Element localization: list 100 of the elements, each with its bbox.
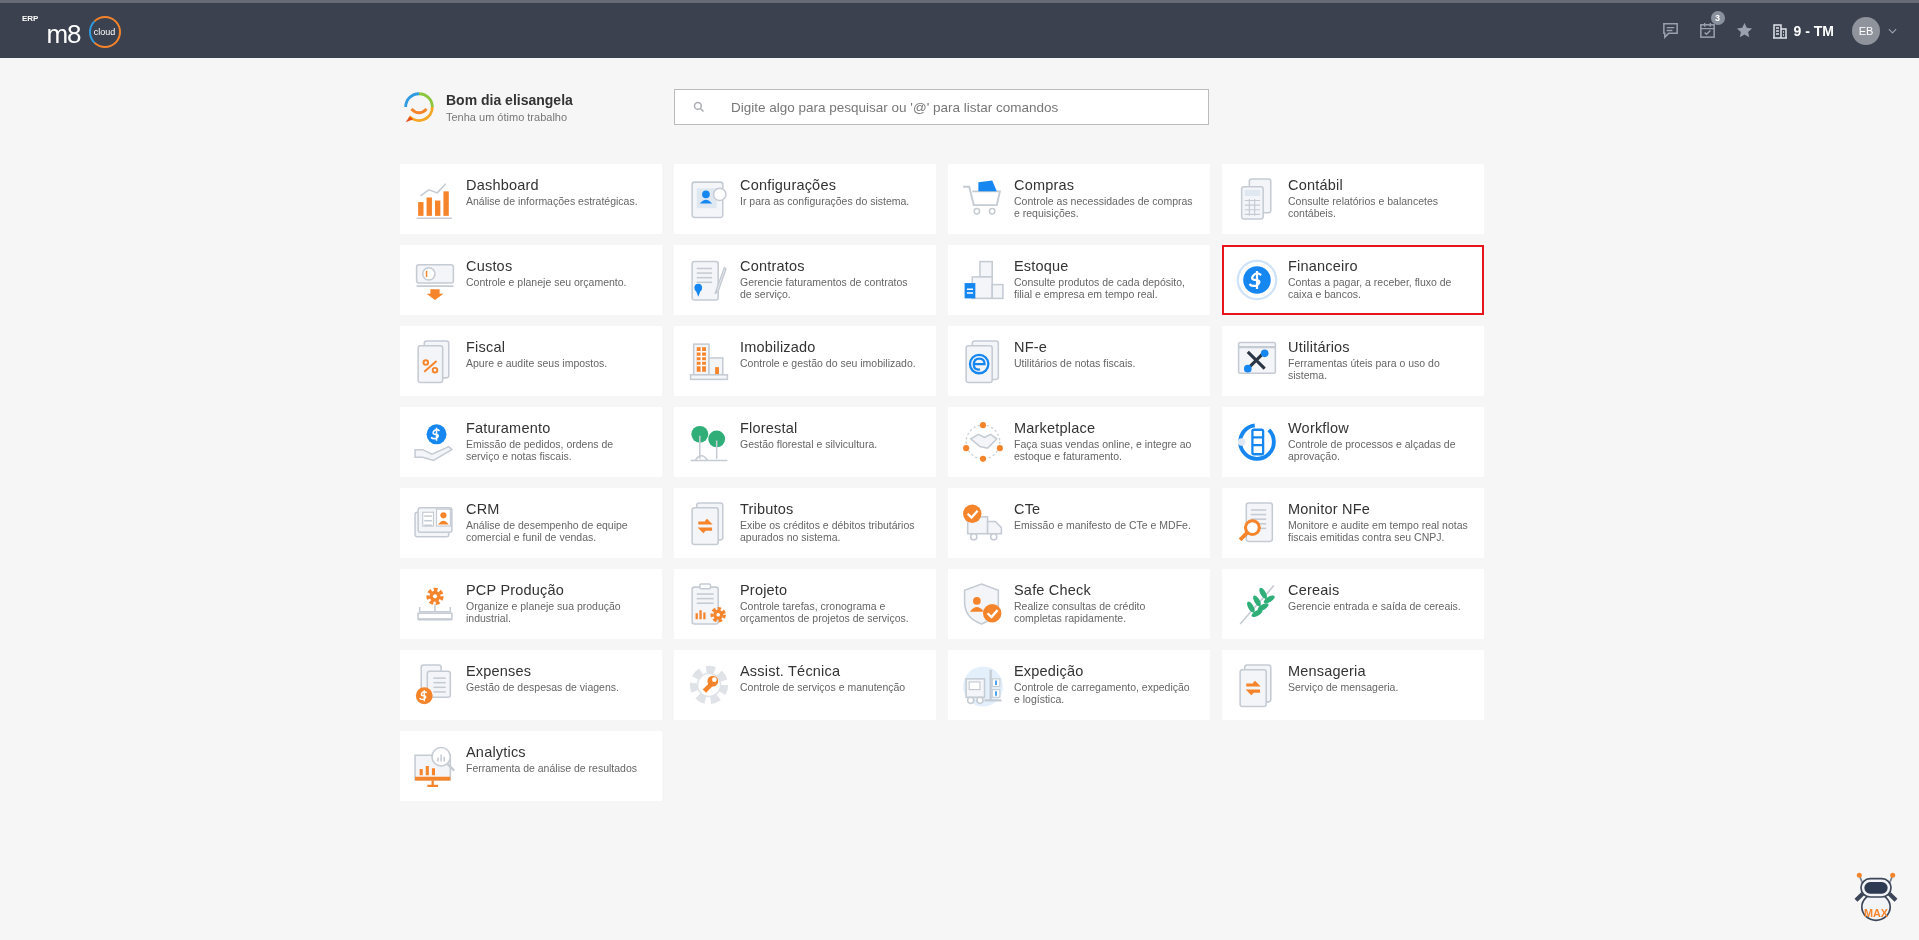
module-description: Gestão de despesas de viagens.: [466, 682, 619, 694]
module-description: Controle de serviços e manutenção: [740, 682, 906, 694]
chat-icon[interactable]: [1660, 21, 1680, 40]
module-description: Consulte produtos de cada depósito, filial e empresa em tempo real.: [1014, 277, 1187, 301]
greeting-subtitle: Tenha um ótimo trabalho: [446, 110, 569, 123]
module-description: Controle de processos e alçadas de aprovação.: [1288, 439, 1457, 463]
module-description: Serviço de mensageria.: [1288, 682, 1399, 694]
module-title: Workflow: [1288, 420, 1350, 436]
module-card[interactable]: Financeiro Contas a pagar, a receber, fluxo de caixa e bancos.: [1222, 245, 1484, 315]
module-title: Estoque: [1014, 258, 1070, 274]
module-title: CRM: [466, 501, 501, 517]
module-title: Fiscal: [466, 339, 507, 355]
building-icon: [1771, 22, 1788, 39]
module-card[interactable]: NF-e Utilitários de notas fiscais.: [948, 326, 1210, 396]
module-title: CTe: [1014, 501, 1042, 517]
module-title: PCP Produção: [466, 582, 566, 598]
calendar-icon[interactable]: [1697, 21, 1717, 40]
module-description: Controle de carregamento, expedição e logística.: [1014, 682, 1191, 706]
module-card[interactable]: Configurações Ir para as configurações do sistema.: [674, 164, 936, 234]
chevron-down-icon[interactable]: [1888, 27, 1897, 34]
module-description: Organize e planeje sua produção industrial.: [466, 601, 622, 625]
module-description: Apure e audite seus impostos.: [466, 358, 608, 370]
module-card[interactable]: CRM Análise de desempenho de equipe comercial e funil de vendas.: [400, 488, 662, 558]
module-title: Compras: [1014, 177, 1076, 193]
module-card[interactable]: Marketplace Faça suas vendas online, e integre ao estoque e faturamento.: [948, 407, 1210, 477]
dollar-icon: [1234, 257, 1280, 303]
module-card[interactable]: Workflow Controle de processos e alçadas de aprovação.: [1222, 407, 1484, 477]
module-title: Assist. Técnica: [740, 663, 842, 679]
module-title: Projeto: [740, 582, 789, 598]
module-card[interactable]: Cereais Gerencie entrada e saída de cereais.: [1222, 569, 1484, 639]
module-title: Cereais: [1288, 582, 1341, 598]
module-description: Ferramentas úteis para o uso do sistema.: [1288, 358, 1441, 382]
module-card[interactable]: Tributos Exibe os créditos e débitos tributários apurados no sistema.: [674, 488, 936, 558]
module-title: Tributos: [740, 501, 795, 517]
module-card[interactable]: Utilitários Ferramentas úteis para o uso do sistema.: [1222, 326, 1484, 396]
module-card[interactable]: PCP Produção Organize e planeje sua produção industrial.: [400, 569, 662, 639]
module-card[interactable]: CTe Emissão e manifesto de CTe e MDFe.: [948, 488, 1210, 558]
module-card[interactable]: Mensageria Serviço de mensageria.: [1222, 650, 1484, 720]
module-description: Monitore e audite em tempo real notas fiscais emitidas contra seu CNPJ.: [1288, 520, 1469, 544]
module-description: Controle e planeje seu orçamento.: [466, 277, 627, 289]
module-card[interactable]: Assist. Técnica Controle de serviços e manutenção: [674, 650, 936, 720]
module-description: Ir para as configurações do sistema.: [740, 196, 910, 208]
module-title: Monitor NFe: [1288, 501, 1371, 517]
module-title: Expedição: [1014, 663, 1085, 679]
module-card[interactable]: Monitor NFe Monitore e audite em tempo real notas fiscais emitidas contra seu CNPJ.: [1222, 488, 1484, 558]
logo-prefix: ERP: [22, 13, 39, 23]
module-description: Gerencie faturamentos de contratos de serviço.: [740, 277, 909, 301]
module-title: Contratos: [740, 258, 806, 274]
logo-mark: m8: [46, 19, 81, 48]
module-description: Exibe os créditos e débitos tributários apurados no sistema.: [740, 520, 916, 544]
module-title: Expenses: [466, 663, 533, 679]
module-title: Utilitários: [1288, 339, 1351, 355]
search-field[interactable]: Digite algo para pesquisar ou '@' para listar comandos: [674, 89, 1209, 125]
company-selector[interactable]: 9 - TM: [1771, 22, 1834, 39]
module-description: Consulte relatórios e balancetes contábeis.: [1288, 196, 1439, 220]
module-title: Faturamento: [466, 420, 552, 436]
module-description: Gerencie entrada e saída de cereais.: [1288, 601, 1461, 613]
notification-badge: 3: [1710, 11, 1725, 25]
module-description: Emissão e manifesto de CTe e MDFe.: [1014, 520, 1191, 532]
module-card[interactable]: Projeto Controle tarefas, cronograma e orçamentos de projetos de serviços.: [674, 569, 936, 639]
module-title: Safe Check: [1014, 582, 1092, 598]
module-description: Contas a pagar, a receber, fluxo de caixa e bancos.: [1288, 277, 1453, 301]
logo-suffix: cloud: [88, 15, 121, 48]
module-card[interactable]: Contratos Gerencie faturamentos de contratos de serviço.: [674, 245, 936, 315]
module-title: NF-e: [1014, 339, 1049, 355]
module-title: Financeiro: [1288, 258, 1359, 274]
module-card[interactable]: Analytics Ferramenta de análise de resultados: [400, 731, 662, 801]
module-description: Ferramenta de análise de resultados: [466, 763, 637, 775]
search-icon: [693, 101, 705, 113]
module-title: Imobilizado: [740, 339, 817, 355]
module-description: Utilitários de notas fiscais.: [1014, 358, 1136, 370]
module-card[interactable]: Faturamento Emissão de pedidos, ordens de serviço e notas fiscais.: [400, 407, 662, 477]
module-title: Analytics: [466, 744, 527, 760]
module-card[interactable]: Expenses Gestão de despesas de viagens.: [400, 650, 662, 720]
module-card[interactable]: Estoque Consulte produtos de cada depósito, filial e empresa em tempo real.: [948, 245, 1210, 315]
module-title: Dashboard: [466, 177, 540, 193]
star-icon[interactable]: [1734, 21, 1754, 40]
module-description: Controle as necessidades de compras e requisições.: [1014, 196, 1194, 220]
module-description: Análise de desempenho de equipe comercial e funil de vendas.: [466, 520, 629, 544]
module-description: Faça suas vendas online, e integre ao estoque e faturamento.: [1014, 439, 1193, 463]
module-title: Custos: [466, 258, 514, 274]
module-title: Florestal: [740, 420, 799, 436]
greeting-title: Bom dia elisangela: [446, 91, 573, 108]
module-description: Análise de informações estratégicas.: [466, 196, 638, 208]
robot-label: MAX: [1863, 906, 1889, 919]
module-card[interactable]: Florestal Gestão florestal e silvicultura.: [674, 407, 936, 477]
module-card[interactable]: Imobilizado Controle e gestão do seu imobilizado.: [674, 326, 936, 396]
module-description: Emissão de pedidos, ordens de serviço e notas fiscais.: [466, 439, 615, 463]
module-card[interactable]: Contábil Consulte relatórios e balancetes contábeis.: [1222, 164, 1484, 234]
module-card[interactable]: Compras Controle as necessidades de compras e requisições.: [948, 164, 1210, 234]
module-description: Controle tarefas, cronograma e orçamentos de projetos de serviços.: [740, 601, 910, 625]
module-title: Configurações: [740, 177, 838, 193]
module-description: Controle e gestão do seu imobilizado.: [740, 358, 916, 370]
module-title: Contábil: [1288, 177, 1344, 193]
module-card[interactable]: Dashboard Análise de informações estratégicas.: [400, 164, 662, 234]
module-description: Gestão florestal e silvicultura.: [740, 439, 878, 451]
module-card[interactable]: Custos Controle e planeje seu orçamento.: [400, 245, 662, 315]
module-card[interactable]: Fiscal Apure e audite seus impostos.: [400, 326, 662, 396]
module-card[interactable]: Safe Check Realize consultas de crédito completas rapidamente.: [948, 569, 1210, 639]
module-card[interactable]: Expedição Controle de carregamento, expedição e logística.: [948, 650, 1210, 720]
